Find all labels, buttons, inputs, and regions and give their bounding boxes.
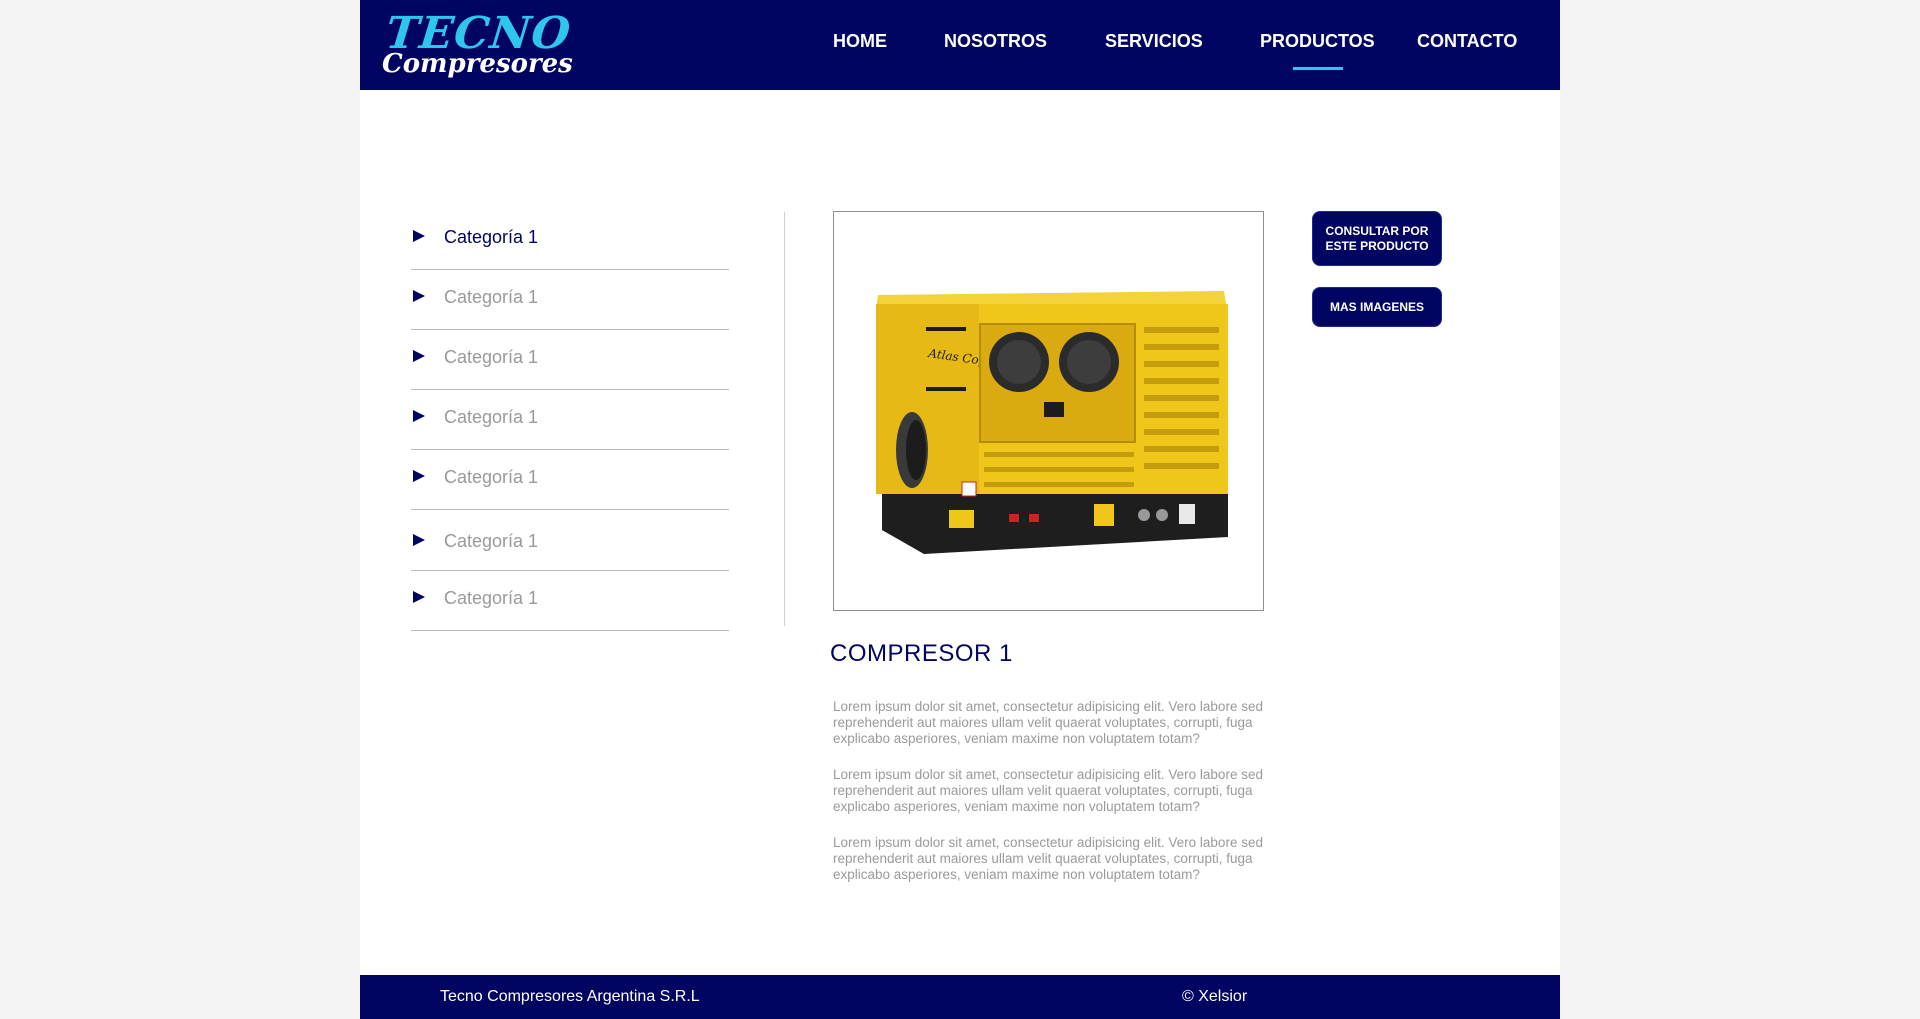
category-label: Categoría 1 [444,531,539,551]
play-arrow-icon [413,410,425,422]
sidebar-item-category[interactable]: Categoría 1 [411,390,729,450]
sidebar-divider [784,212,785,626]
play-arrow-icon [413,290,425,302]
category-label: Categoría 1 [444,467,539,487]
nav-item-home[interactable]: HOME [833,31,887,52]
nav-item-servicios[interactable]: SERVICIOS [1105,31,1203,52]
brand-logo[interactable]: TECNO Compresores [382,8,574,78]
category-label: Categoría 1 [444,407,539,427]
page: TECNO Compresores HOME NOSOTROS SERVICIO… [360,0,1560,1019]
play-arrow-icon [413,591,425,603]
product-image[interactable]: Atlas Copco [833,211,1264,611]
play-arrow-icon [413,534,425,546]
play-arrow-icon [413,350,425,362]
site-header: TECNO Compresores HOME NOSOTROS SERVICIO… [360,0,1560,90]
sidebar-item-category[interactable]: Categoría 1 [411,450,729,510]
logo-text-compresores: Compresores [382,49,573,79]
play-arrow-icon [413,230,425,242]
sidebar-item-category[interactable]: Categoría 1 [411,330,729,390]
nav-item-nosotros[interactable]: NOSOTROS [944,31,1047,52]
category-label: Categoría 1 [444,287,539,307]
sidebar-item-category[interactable]: Categoría 1 [411,510,729,571]
nav-active-indicator [1293,67,1343,70]
sidebar-item-category[interactable]: Categoría 1 [411,270,729,330]
consult-product-button[interactable]: CONSULTAR POR ESTE PRODUCTO [1312,211,1442,266]
sidebar-item-category[interactable]: Categoría 1 [411,210,729,270]
play-arrow-icon [413,470,425,482]
category-label: Categoría 1 [444,588,539,608]
category-label: Categoría 1 [444,347,539,367]
footer-company: Tecno Compresores Argentina S.R.L [440,988,700,1005]
nav-item-contacto[interactable]: CONTACTO [1417,31,1517,52]
consult-button-label: CONSULTAR POR [1325,223,1429,238]
product-title: COMPRESOR 1 [830,640,1013,667]
more-images-button[interactable]: MAS IMAGENES [1312,287,1442,327]
category-label: Categoría 1 [444,227,539,247]
product-description: Lorem ipsum dolor sit amet, consectetur … [833,835,1263,882]
category-sidebar: Categoría 1 Categoría 1 Categoría 1 Cate… [411,210,729,631]
nav-item-productos[interactable]: PRODUCTOS [1260,31,1375,52]
sidebar-item-category[interactable]: Categoría 1 [411,571,729,631]
consult-button-label: ESTE PRODUCTO [1325,238,1429,253]
compressor-illustration: Atlas Copco [876,291,1228,554]
product-description: Lorem ipsum dolor sit amet, consectetur … [833,699,1263,746]
site-footer: Tecno Compresores Argentina S.R.L © Xels… [360,975,1560,1019]
more-images-label: MAS IMAGENES [1329,299,1424,314]
product-description: Lorem ipsum dolor sit amet, consectetur … [833,767,1263,814]
footer-credit[interactable]: © Xelsior [1182,988,1247,1006]
